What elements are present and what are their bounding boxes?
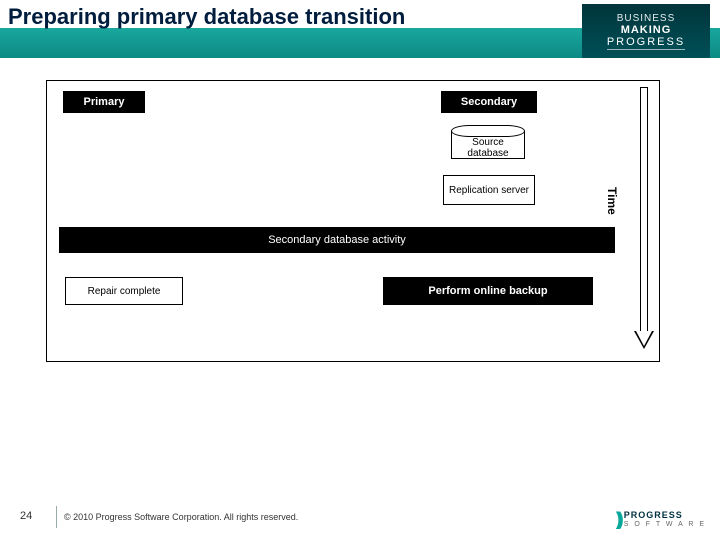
corp-line2: MAKING bbox=[621, 24, 672, 36]
diagram-container: Primary Secondary Source database Replic… bbox=[46, 80, 660, 362]
logo-chevrons-icon: )) bbox=[616, 509, 620, 530]
secondary-activity-bar: Secondary database activity bbox=[59, 227, 615, 253]
source-database-icon: Source database bbox=[451, 125, 525, 159]
copyright-text: © 2010 Progress Software Corporation. Al… bbox=[64, 512, 298, 522]
time-label: Time bbox=[605, 187, 619, 215]
primary-label: Primary bbox=[63, 91, 145, 113]
page-number: 24 bbox=[20, 510, 32, 522]
footer-divider bbox=[56, 506, 57, 528]
perform-backup-box: Perform online backup bbox=[383, 277, 593, 305]
corporate-tag: BUSINESS MAKING PROGRESS bbox=[582, 4, 710, 58]
secondary-label: Secondary bbox=[441, 91, 537, 113]
time-arrow: Time bbox=[621, 87, 653, 353]
logo-brand: PROGRESS bbox=[624, 511, 706, 520]
progress-logo: )) PROGRESS S O F T W A R E bbox=[616, 509, 706, 530]
slide-title: Preparing primary database transition bbox=[8, 4, 405, 30]
source-database-label: Source database bbox=[451, 137, 525, 159]
corp-line1: BUSINESS bbox=[617, 13, 676, 24]
logo-sub: S O F T W A R E bbox=[624, 520, 706, 529]
corp-line3: PROGRESS bbox=[607, 36, 685, 50]
repair-complete-box: Repair complete bbox=[65, 277, 183, 305]
replication-server-box: Replication server bbox=[443, 175, 535, 205]
